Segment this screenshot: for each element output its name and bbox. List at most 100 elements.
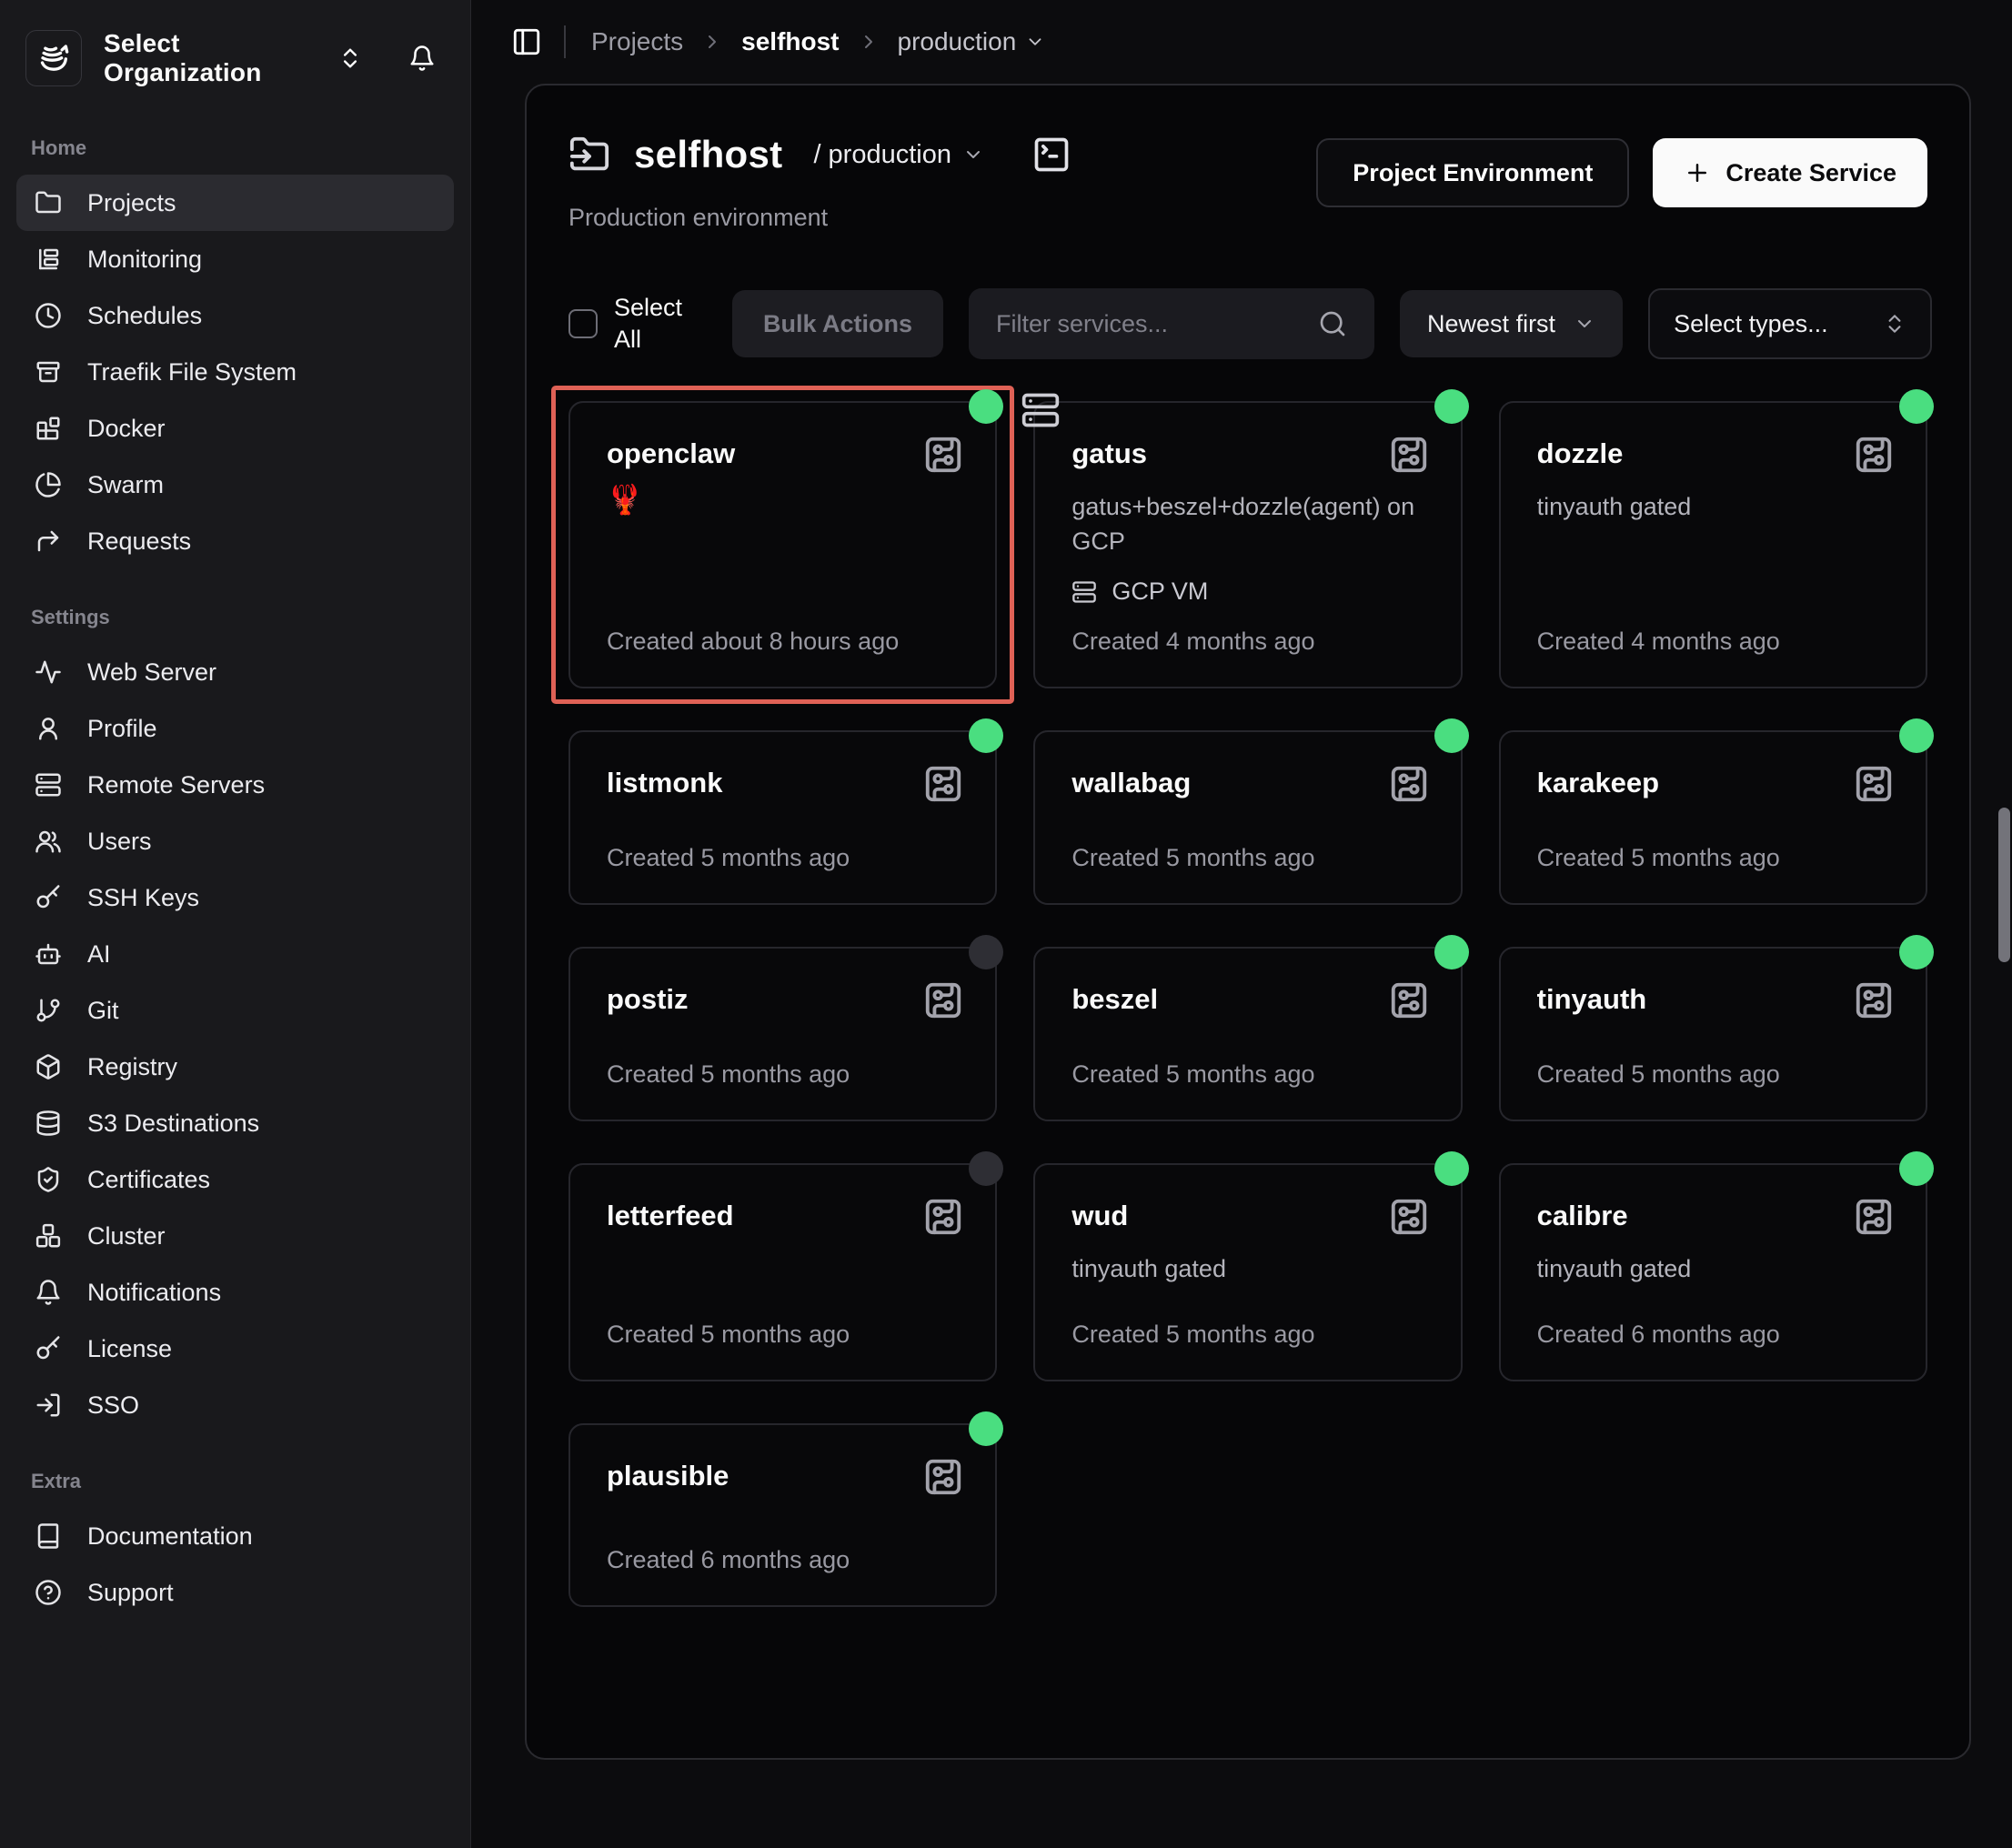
sidebar-item-traefik-file-system[interactable]: Traefik File System — [16, 344, 454, 400]
service-card-letterfeed[interactable]: letterfeed Created 5 months ago — [568, 1163, 997, 1381]
service-card-gatus[interactable]: gatus gatus+beszel+dozzle(agent) on GCP … — [1033, 401, 1462, 688]
section-label-home: Home — [31, 136, 441, 160]
sidebar-item-requests[interactable]: Requests — [16, 513, 454, 569]
sidebar-item-registry[interactable]: Registry — [16, 1039, 454, 1095]
sidebar-item-web-server[interactable]: Web Server — [16, 644, 454, 700]
status-dot-online — [1434, 718, 1469, 753]
service-description: gatus+beszel+dozzle(agent) on GCP — [1071, 490, 1423, 559]
sidebar-item-certificates[interactable]: Certificates — [16, 1151, 454, 1208]
project-title: selfhost — [634, 133, 782, 176]
breadcrumb-projects[interactable]: Projects — [591, 27, 683, 56]
service-card-wallabag[interactable]: wallabag Created 5 months ago — [1033, 730, 1462, 905]
sidebar-item-ssh-keys[interactable]: SSH Keys — [16, 869, 454, 926]
circuit-board-icon — [922, 979, 964, 1021]
key-round-icon — [35, 1335, 62, 1362]
server-name: GCP VM — [1112, 578, 1208, 606]
status-dot-online — [969, 1411, 1003, 1446]
terminal-button[interactable] — [1031, 135, 1071, 175]
circuit-board-icon — [922, 1456, 964, 1498]
clock-icon — [35, 302, 62, 329]
environment-label: / production — [813, 140, 951, 170]
service-name: letterfeed — [607, 1200, 959, 1232]
circuit-board-icon — [922, 1196, 964, 1238]
server-icon — [1071, 579, 1097, 605]
bulk-actions-button[interactable]: Bulk Actions — [732, 290, 943, 357]
sidebar-item-git[interactable]: Git — [16, 982, 454, 1039]
vertical-scrollbar-thumb[interactable] — [1998, 808, 2010, 962]
service-name: plausible — [607, 1460, 959, 1492]
sidebar-item-notifications[interactable]: Notifications — [16, 1264, 454, 1321]
service-created: Created 6 months ago — [1537, 1321, 1889, 1349]
environment-selector[interactable]: / production — [813, 140, 984, 170]
package-icon — [35, 1053, 62, 1080]
sidebar-item-label: Users — [87, 828, 152, 856]
sidebar-item-documentation[interactable]: Documentation — [16, 1508, 454, 1564]
service-created: Created 5 months ago — [607, 1321, 959, 1349]
types-dropdown[interactable]: Select types... — [1648, 288, 1932, 359]
sidebar-item-docker[interactable]: Docker — [16, 400, 454, 457]
service-card-beszel[interactable]: beszel Created 5 months ago — [1033, 947, 1462, 1121]
sidebar-item-license[interactable]: License — [16, 1321, 454, 1377]
breadcrumb: Projects selfhost production — [591, 27, 1045, 56]
circuit-board-icon — [922, 763, 964, 805]
sidebar-item-sso[interactable]: SSO — [16, 1377, 454, 1433]
breadcrumb-environment-label: production — [898, 27, 1017, 56]
service-card-wud[interactable]: wud tinyauth gated Created 5 months ago — [1033, 1163, 1462, 1381]
sidebar-item-schedules[interactable]: Schedules — [16, 287, 454, 344]
sidebar-item-cluster[interactable]: Cluster — [16, 1208, 454, 1264]
notifications-bell-icon[interactable] — [405, 41, 439, 75]
topbar: Projects selfhost production — [471, 0, 2012, 84]
breadcrumb-environment[interactable]: production — [898, 27, 1046, 56]
select-all-checkbox[interactable] — [568, 309, 598, 338]
sidebar-item-ai[interactable]: AI — [16, 926, 454, 982]
project-description: Production environment — [568, 204, 1071, 232]
types-label: Select types... — [1674, 310, 1828, 338]
filter-services-input[interactable] — [996, 310, 1318, 338]
user-icon — [35, 715, 62, 742]
sidebar-item-users[interactable]: Users — [16, 813, 454, 869]
service-card-listmonk[interactable]: listmonk Created 5 months ago — [568, 730, 997, 905]
chevron-right-icon — [701, 31, 723, 53]
chevrons-up-down-icon[interactable] — [334, 42, 367, 75]
logs-icon — [35, 246, 62, 273]
sidebar-item-s3-destinations[interactable]: S3 Destinations — [16, 1095, 454, 1151]
filter-services-search — [969, 288, 1374, 359]
project-environment-button[interactable]: Project Environment — [1316, 138, 1629, 207]
shield-check-icon — [35, 1166, 62, 1193]
project-panel: selfhost / production Production environ… — [525, 84, 1971, 1760]
sidebar-item-label: Certificates — [87, 1166, 210, 1194]
sidebar-item-projects[interactable]: Projects — [16, 175, 454, 231]
server-icon — [35, 771, 62, 798]
folder-icon — [35, 189, 62, 216]
service-created: Created 5 months ago — [1537, 844, 1889, 872]
service-card-postiz[interactable]: postiz Created 5 months ago — [568, 947, 997, 1121]
status-dot-online — [1899, 718, 1934, 753]
circuit-board-icon — [1388, 763, 1430, 805]
service-name: tinyauth — [1537, 983, 1889, 1016]
sidebar-item-label: Support — [87, 1579, 174, 1607]
sidebar-item-label: Remote Servers — [87, 771, 265, 799]
sidebar-toggle-icon[interactable] — [511, 26, 542, 57]
circuit-board-icon — [1853, 763, 1895, 805]
service-card-tinyauth[interactable]: tinyauth Created 5 months ago — [1499, 947, 1927, 1121]
sidebar-item-swarm[interactable]: Swarm — [16, 457, 454, 513]
main-area: Projects selfhost production selfhost / … — [471, 0, 2012, 1848]
service-card-calibre[interactable]: calibre tinyauth gated Created 6 months … — [1499, 1163, 1927, 1381]
service-card-openclaw[interactable]: openclaw 🦞 Created about 8 hours ago — [568, 401, 997, 688]
service-card-dozzle[interactable]: dozzle tinyauth gated Created 4 months a… — [1499, 401, 1927, 688]
sort-dropdown[interactable]: Newest first — [1400, 290, 1623, 357]
service-name: listmonk — [607, 767, 959, 799]
section-label-extra: Extra — [31, 1470, 441, 1493]
bulk-actions-label: Bulk Actions — [763, 310, 912, 337]
sidebar-item-support[interactable]: Support — [16, 1564, 454, 1621]
service-card-plausible[interactable]: plausible Created 6 months ago — [568, 1423, 997, 1607]
sidebar-item-profile[interactable]: Profile — [16, 700, 454, 757]
sidebar-item-monitoring[interactable]: Monitoring — [16, 231, 454, 287]
sidebar-item-label: Docker — [87, 415, 166, 443]
breadcrumb-project[interactable]: selfhost — [741, 27, 839, 56]
plus-icon — [1684, 159, 1711, 186]
create-service-button[interactable]: Create Service — [1653, 138, 1927, 207]
organization-switcher[interactable]: Select Organization — [16, 24, 454, 93]
sidebar-item-remote-servers[interactable]: Remote Servers — [16, 757, 454, 813]
service-card-karakeep[interactable]: karakeep Created 5 months ago — [1499, 730, 1927, 905]
